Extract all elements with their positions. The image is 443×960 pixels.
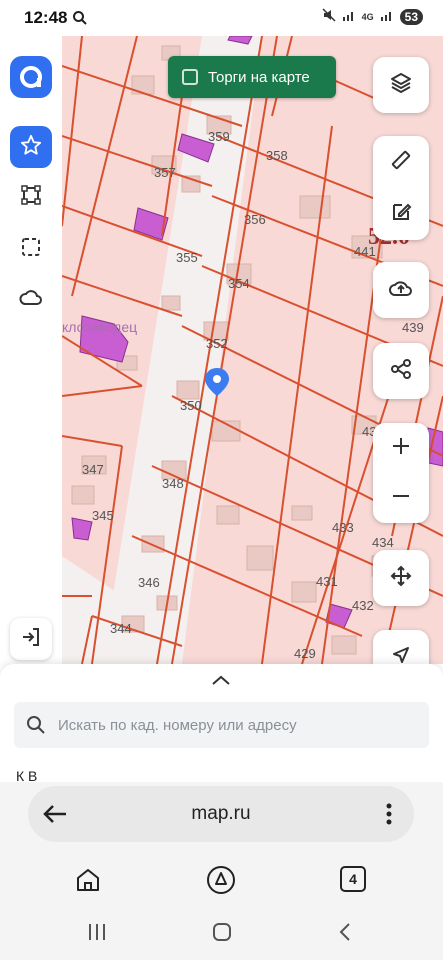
signal-icon — [380, 9, 394, 24]
upload-button[interactable] — [373, 262, 429, 318]
star-icon — [20, 134, 42, 161]
cloud-icon — [19, 288, 43, 311]
tabs-button[interactable]: 4 — [340, 866, 366, 892]
sheet-content-peek: К В — [16, 768, 38, 782]
auctions-on-map-toggle[interactable]: Торги на карте — [168, 56, 336, 98]
parcel-label: 355 — [176, 250, 198, 265]
home-icon[interactable] — [74, 866, 102, 899]
search-icon — [26, 715, 46, 735]
parcel-label: 439 — [402, 320, 424, 335]
parcel-label: 356 — [244, 212, 266, 227]
network-type: 4G — [361, 11, 374, 22]
parcel-label: 347 — [82, 462, 104, 477]
bottom-sheet[interactable]: Искать по кад. номеру или адресу К В — [0, 664, 443, 782]
parcel-label: 354 — [228, 276, 250, 291]
parcel-label: 348 — [162, 476, 184, 491]
cloud-upload-icon — [388, 277, 414, 304]
parcel-label: 432 — [352, 598, 374, 613]
url-bar[interactable]: map.ru — [28, 786, 414, 842]
cloud-button[interactable] — [10, 278, 52, 320]
parcel-label: 431 — [316, 574, 338, 589]
parcel-label: 350 — [180, 398, 202, 413]
measure-edit-group — [373, 136, 429, 240]
assistant-icon[interactable] — [205, 864, 237, 901]
status-time: 12:48 — [24, 8, 68, 27]
move-icon — [390, 565, 412, 592]
search-icon — [72, 10, 88, 31]
status-indicators: 4G 53 — [322, 8, 423, 25]
parcel-label: 429 — [294, 646, 316, 661]
url-text: map.ru — [191, 803, 251, 824]
share-button[interactable] — [373, 343, 429, 399]
parcel-label: 433 — [332, 520, 354, 535]
favorites-button[interactable] — [10, 126, 52, 168]
parcel-label: 344 — [110, 621, 132, 636]
status-bar: 12:48 4G 53 — [0, 0, 443, 36]
ruler-button[interactable] — [373, 136, 429, 188]
parcel-label: 345 — [92, 508, 114, 523]
signal-icon — [342, 9, 356, 24]
select-area-button[interactable] — [10, 228, 52, 270]
parcel-label: 359 — [208, 129, 230, 144]
left-sidebar — [0, 36, 62, 664]
parcel-label: 352 — [206, 336, 228, 351]
zoom-in-icon — [391, 436, 411, 461]
system-navigation — [0, 918, 443, 948]
parcel-label: 434 — [372, 535, 394, 550]
zoom-out-icon — [391, 486, 411, 511]
chevron-up-icon[interactable] — [206, 670, 236, 695]
browser-nav: 4 — [0, 860, 443, 900]
battery-level: 53 — [399, 8, 423, 25]
street-label: клозаводец — [62, 319, 137, 335]
zoom-group — [373, 423, 429, 523]
edit-icon — [390, 201, 412, 228]
move-button[interactable] — [373, 550, 429, 606]
browser-toolbar: map.ru 4 — [0, 782, 443, 960]
zoom-in-button[interactable] — [373, 423, 429, 473]
polygon-icon — [20, 184, 42, 211]
ruler-icon — [390, 149, 412, 176]
parcel-label: 357 — [154, 165, 176, 180]
auctions-label: Торги на карте — [208, 68, 310, 86]
login-icon — [21, 627, 41, 652]
tabs-count: 4 — [349, 871, 357, 887]
draw-polygon-button[interactable] — [10, 176, 52, 218]
edit-button[interactable] — [373, 188, 429, 240]
home-nav-icon[interactable] — [211, 922, 233, 947]
locate-button[interactable] — [373, 630, 429, 664]
parcel-label: 358 — [266, 148, 288, 163]
zoom-out-button[interactable] — [373, 473, 429, 523]
parcel-label: 346 — [138, 575, 160, 590]
auctions-checkbox[interactable] — [182, 69, 198, 85]
back-nav-icon[interactable] — [336, 922, 356, 947]
dashed-square-icon — [20, 236, 42, 263]
recents-icon[interactable] — [86, 922, 108, 947]
layers-icon — [389, 71, 413, 100]
app-logo-icon[interactable] — [10, 56, 52, 98]
mute-icon — [322, 8, 336, 25]
login-button[interactable] — [10, 618, 52, 660]
search-placeholder: Искать по кад. номеру или адресу — [58, 716, 297, 734]
layers-button[interactable] — [373, 57, 429, 113]
share-icon — [390, 358, 412, 385]
search-field[interactable]: Искать по кад. номеру или адресу — [14, 702, 429, 748]
more-vert-icon[interactable] — [386, 802, 392, 831]
